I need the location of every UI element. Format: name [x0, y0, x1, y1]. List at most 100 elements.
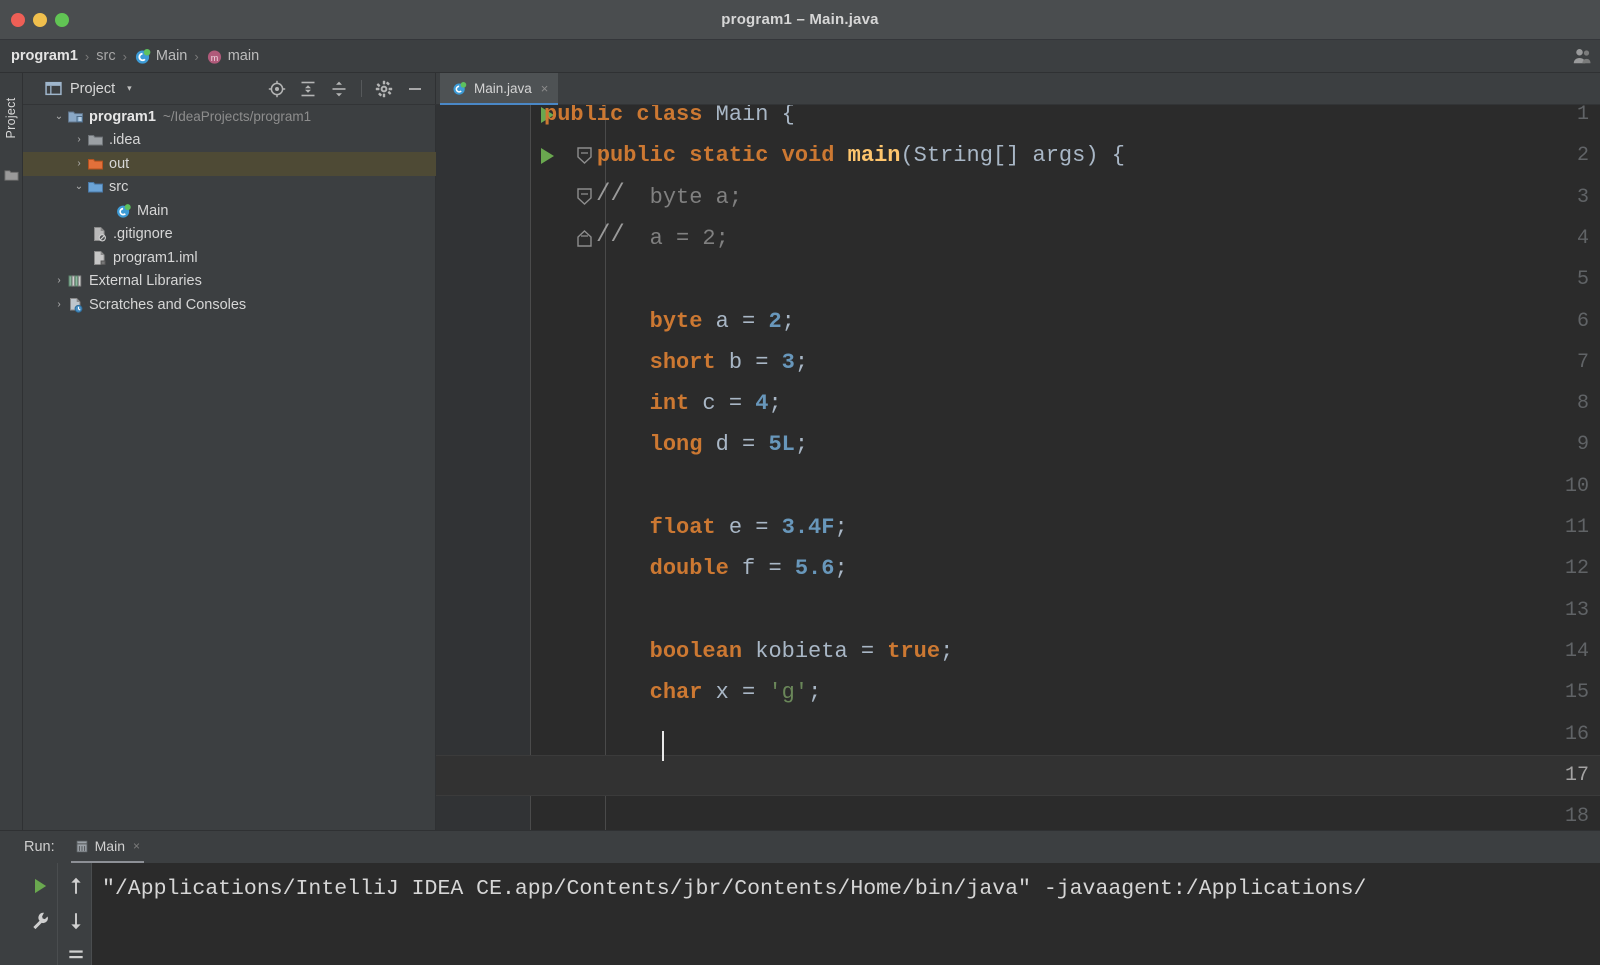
- code-token: a: [715, 184, 729, 210]
- tree-item-program1[interactable]: ⌄ program1 ~/IdeaProjects/program1: [23, 105, 436, 129]
- line-number[interactable]: 12: [1505, 548, 1600, 589]
- line-number[interactable]: 11: [1505, 507, 1600, 548]
- project-tree: ⌄ program1 ~/IdeaProjects/program1 › .id…: [23, 105, 436, 317]
- code-line[interactable]: long d = 5L;: [544, 424, 808, 465]
- line-number[interactable]: 13: [1505, 590, 1600, 631]
- code-line[interactable]: boolean kobieta = true;: [544, 631, 954, 672]
- line-number[interactable]: 7: [1505, 342, 1600, 383]
- tree-item-label: src: [109, 179, 129, 196]
- chevron-right-icon[interactable]: ›: [71, 135, 87, 145]
- line-number[interactable]: 8: [1505, 383, 1600, 424]
- tree-item-scratches[interactable]: › Scratches and Consoles: [23, 293, 436, 317]
- project-tool-window-button[interactable]: Project: [4, 86, 18, 150]
- code-token: 5L: [768, 432, 795, 458]
- line-number[interactable]: 2: [1505, 135, 1600, 176]
- scroll-up-icon[interactable]: [66, 876, 86, 896]
- project-panel-title: Project: [70, 80, 116, 97]
- tree-item-out[interactable]: › out: [23, 152, 436, 176]
- project-panel-toolbar: [268, 80, 430, 98]
- code-line[interactable]: float e = 3.4F;: [544, 507, 848, 548]
- code-token: x =: [702, 680, 769, 706]
- line-number[interactable]: 16: [1505, 714, 1600, 755]
- window-title: program1 – Main.java: [721, 11, 879, 28]
- chevron-down-icon[interactable]: ▾: [127, 83, 132, 94]
- line-number[interactable]: 15: [1505, 672, 1600, 713]
- line-number[interactable]: 9: [1505, 424, 1600, 465]
- code-editor[interactable]: 1 public class Main { 2 public static void…: [436, 105, 1600, 830]
- breadcrumb-item-src[interactable]: src: [96, 48, 115, 64]
- tree-item-gitignore[interactable]: .gitignore: [23, 223, 436, 247]
- tree-item-external-libraries[interactable]: › External Libraries: [23, 270, 436, 294]
- code-token: f =: [728, 556, 795, 582]
- close-icon[interactable]: ×: [133, 839, 140, 853]
- line-number[interactable]: 14: [1505, 631, 1600, 672]
- code-line[interactable]: public class Main {: [544, 105, 795, 135]
- code-line[interactable]: double f = 5.6;: [544, 548, 848, 589]
- line-number[interactable]: 3: [1505, 177, 1600, 218]
- tree-item-label: Main: [137, 202, 169, 219]
- chevron-right-icon[interactable]: ›: [51, 276, 67, 286]
- line-number[interactable]: 6: [1505, 301, 1600, 342]
- code-token: static: [689, 143, 769, 169]
- locate-in-tree-icon[interactable]: [268, 80, 286, 98]
- close-icon[interactable]: ×: [541, 81, 549, 96]
- line-number-gutter[interactable]: [436, 105, 531, 830]
- code-token: 4: [755, 391, 769, 417]
- breadcrumb-separator: ›: [84, 48, 90, 64]
- code-token: kobieta: [755, 638, 848, 664]
- chevron-down-icon[interactable]: ⌄: [71, 182, 87, 192]
- code-line[interactable]: short b = 3;: [544, 342, 808, 383]
- scroll-down-icon[interactable]: [66, 911, 86, 931]
- tab-main-java[interactable]: Main.java ×: [440, 73, 559, 105]
- wrench-icon[interactable]: [30, 911, 50, 931]
- tree-item-idea[interactable]: › .idea: [23, 129, 436, 153]
- console-output[interactable]: "/Applications/IntelliJ IDEA CE.app/Cont…: [92, 863, 1600, 965]
- rerun-icon[interactable]: [30, 876, 50, 896]
- breadcrumb-item-program1[interactable]: program1: [11, 48, 78, 64]
- tree-item-src[interactable]: ⌄ src: [23, 176, 436, 200]
- code-line[interactable]: char x = 'g';: [544, 672, 822, 713]
- code-line[interactable]: int c = 4;: [544, 383, 782, 424]
- editor-tab-strip: Main.java ×: [436, 73, 1600, 105]
- run-tab-main[interactable]: Main ×: [70, 831, 145, 863]
- code-token: void: [781, 143, 835, 169]
- chevron-right-icon[interactable]: ›: [51, 299, 67, 310]
- chevron-right-icon[interactable]: ›: [71, 158, 87, 169]
- breadcrumb-item-main-class[interactable]: Main: [134, 48, 187, 65]
- breadcrumb-item-main-method[interactable]: m main: [206, 48, 259, 65]
- project-window-icon: [45, 81, 62, 96]
- soft-wrap-icon[interactable]: [66, 946, 86, 965]
- tree-item-main-class[interactable]: Main: [23, 199, 436, 223]
- code-token: (String[] args) {: [900, 143, 1125, 169]
- run-tool-window: Run: Main × "/Applications/IntelliJ IDEA…: [0, 830, 1600, 965]
- chevron-down-icon[interactable]: ⌄: [51, 111, 67, 122]
- tree-item-iml[interactable]: program1.iml: [23, 246, 436, 270]
- scratches-icon: [70, 297, 83, 313]
- code-token: e =: [715, 515, 782, 540]
- collapse-all-icon[interactable]: [330, 80, 348, 98]
- line-number[interactable]: 4: [1505, 218, 1600, 259]
- expand-all-icon[interactable]: [299, 80, 317, 98]
- line-number[interactable]: 10: [1505, 466, 1600, 507]
- code-token: ;: [794, 349, 809, 375]
- hide-panel-icon[interactable]: [406, 80, 424, 98]
- code-token: 5.6: [794, 556, 835, 582]
- line-number[interactable]: 1: [1505, 105, 1600, 135]
- code-line[interactable]: a = 2;: [544, 218, 729, 259]
- code-line[interactable]: byte a = 2;: [544, 301, 795, 342]
- tree-item-label: program1.iml: [113, 249, 198, 266]
- code-token: ;: [940, 638, 954, 664]
- line-number[interactable]: 18: [1505, 796, 1600, 830]
- code-line[interactable]: byte a;: [544, 177, 742, 218]
- code-line[interactable]: public static void main(String[] args) {: [544, 135, 1125, 176]
- code-token: Main {: [702, 105, 795, 127]
- breadcrumb-label: Main: [155, 48, 188, 64]
- account-icon[interactable]: [1572, 46, 1592, 66]
- toolbar-divider: [361, 80, 362, 97]
- line-number[interactable]: 17: [1505, 755, 1600, 796]
- line-number[interactable]: 5: [1505, 259, 1600, 300]
- settings-gear-icon[interactable]: [375, 80, 393, 98]
- code-token: double: [649, 556, 729, 582]
